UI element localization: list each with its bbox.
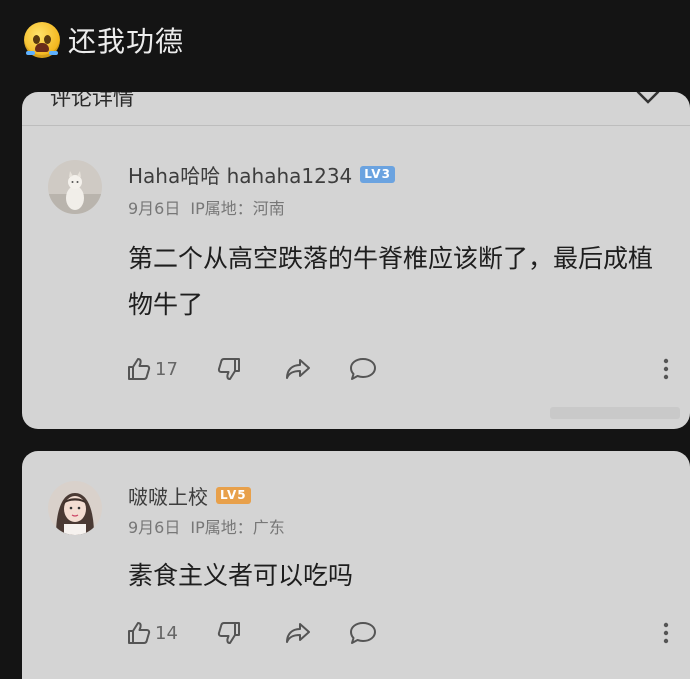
page-title: 还我功德 bbox=[68, 25, 185, 58]
dislike-button[interactable] bbox=[216, 356, 284, 382]
more-options-button[interactable] bbox=[662, 621, 670, 645]
level-badge: LV3 bbox=[360, 166, 395, 183]
comment-actions: 14 bbox=[126, 618, 670, 648]
comment-detail-title: 评论详情 bbox=[50, 92, 134, 110]
thumbs-up-icon bbox=[128, 622, 151, 644]
comment-text: 第二个从高空跌落的牛脊椎应该断了，最后成植物牛了 bbox=[128, 244, 654, 319]
comment-card: 啵啵上校 LV5 9月6日 IP属地：广东 素食主义者可以吃吗 14 bbox=[22, 451, 690, 679]
share-icon bbox=[286, 359, 310, 379]
comment-date: 9月6日 bbox=[128, 518, 181, 537]
avatar[interactable] bbox=[48, 481, 102, 535]
close-icon[interactable] bbox=[634, 92, 662, 112]
like-count: 14 bbox=[155, 622, 178, 644]
thumbs-up-icon bbox=[128, 358, 151, 380]
comment-author-row: Haha哈哈 hahaha1234 LV3 bbox=[128, 160, 395, 189]
comment-meta: 9月6日 IP属地：广东 bbox=[128, 514, 295, 538]
avatar[interactable] bbox=[48, 160, 102, 214]
share-button[interactable] bbox=[284, 356, 348, 382]
comment-author-row: 啵啵上校 LV5 bbox=[128, 481, 251, 510]
share-icon bbox=[286, 623, 310, 643]
comment-bubble-icon bbox=[350, 358, 376, 380]
ip-location: IP属地：河南 bbox=[190, 199, 285, 218]
level-badge: LV5 bbox=[216, 487, 251, 504]
comment-detail-header: 评论详情 bbox=[22, 92, 690, 126]
comment-text: 素食主义者可以吃吗 bbox=[128, 561, 354, 590]
crying-face-icon bbox=[24, 22, 60, 58]
watermark bbox=[550, 407, 680, 419]
thumbs-down-icon bbox=[217, 358, 240, 380]
reply-button[interactable] bbox=[348, 356, 378, 382]
share-button[interactable] bbox=[284, 620, 348, 646]
dislike-button[interactable] bbox=[216, 620, 284, 646]
more-options-button[interactable] bbox=[662, 357, 670, 381]
more-vertical-icon bbox=[663, 622, 669, 644]
more-vertical-icon bbox=[663, 358, 669, 380]
ip-location: IP属地：广东 bbox=[190, 518, 285, 537]
like-button[interactable]: 17 bbox=[126, 356, 216, 382]
like-button[interactable]: 14 bbox=[126, 620, 216, 646]
comment-actions: 17 bbox=[126, 354, 670, 384]
comment-date: 9月6日 bbox=[128, 199, 181, 218]
username[interactable]: Haha哈哈 hahaha1234 bbox=[128, 160, 352, 189]
username[interactable]: 啵啵上校 bbox=[128, 481, 208, 510]
comment-bubble-icon bbox=[350, 622, 376, 644]
like-count: 17 bbox=[155, 358, 178, 380]
thumbs-down-icon bbox=[217, 622, 240, 644]
page-header: 还我功德 bbox=[24, 18, 184, 62]
comment-meta: 9月6日 IP属地：河南 bbox=[128, 195, 295, 219]
comment-detail-card: 评论详情 Haha哈哈 hahaha1234 LV3 9月6日 IP属地：河南 第… bbox=[22, 92, 690, 429]
reply-button[interactable] bbox=[348, 620, 378, 646]
